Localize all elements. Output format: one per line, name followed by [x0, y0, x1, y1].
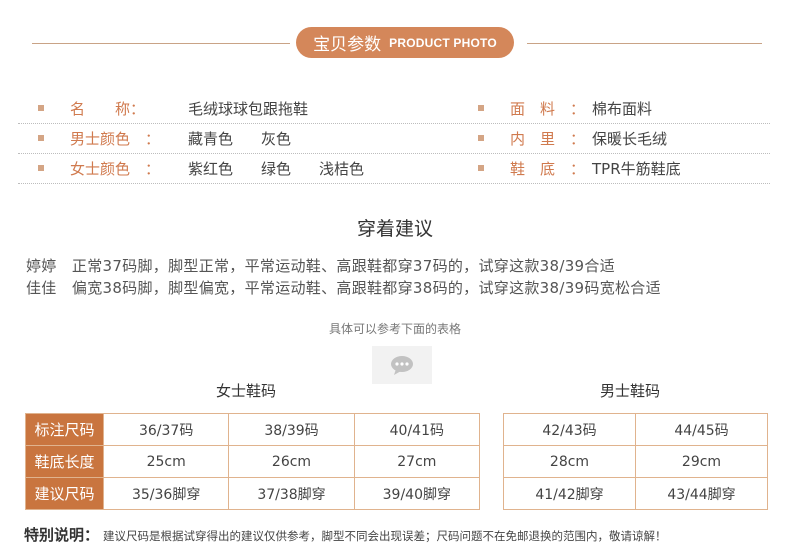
table-cell: 37/38脚穿 — [228, 477, 355, 510]
table-cell: 43/44脚穿 — [635, 477, 768, 510]
param-label: 名 称： — [70, 99, 146, 118]
row-header: 建议尺码 — [25, 477, 104, 510]
table-cell: 40/41码 — [353, 413, 481, 446]
section-header-pill: 宝贝参数 PRODUCT PHOTO — [296, 27, 514, 58]
table-row: 建议尺码 35/36脚穿 37/38脚穿 39/40脚穿 — [25, 477, 481, 510]
advice-line: 佳佳 偏宽38码脚，脚型偏宽，平常运动鞋、高跟鞋都穿38码的，试穿这款38/39… — [26, 279, 661, 297]
section-subtitle: PRODUCT PHOTO — [389, 35, 497, 50]
table-cell: 25cm — [102, 445, 230, 478]
param-label: 内 里 ： — [510, 129, 586, 148]
table-cell: 29cm — [635, 445, 768, 478]
square-bullet-icon — [38, 105, 44, 111]
row-divider — [18, 183, 770, 184]
param-men-colors: 男士颜色 ： 藏青色 灰色 — [38, 128, 319, 148]
param-sole: 鞋 底 ： TPR牛筋鞋底 — [478, 158, 709, 178]
table-cell: 35/36脚穿 — [102, 477, 230, 510]
square-bullet-icon — [38, 135, 44, 141]
table-cell: 38/39码 — [228, 413, 355, 446]
header-divider-left — [32, 43, 290, 44]
row-header: 鞋底长度 — [25, 445, 104, 478]
param-value: 棉布面料 — [592, 99, 653, 118]
square-bullet-icon — [478, 105, 484, 111]
men-table-title: 男士鞋码 — [600, 382, 661, 400]
chat-bubble-icon — [372, 346, 432, 384]
table-cell: 28cm — [503, 445, 636, 478]
women-size-table: 标注尺码 36/37码 38/39码 40/41码 鞋底长度 25cm 26cm… — [25, 413, 481, 510]
table-cell: 26cm — [228, 445, 355, 478]
param-value: 紫红色 绿色 浅桔色 — [188, 159, 365, 178]
param-value: 毛绒球球包跟拖鞋 — [188, 99, 309, 118]
table-cell: 44/45码 — [635, 413, 768, 446]
table-row: 28cm 29cm — [503, 445, 768, 478]
men-size-table: 42/43码 44/45码 28cm 29cm 41/42脚穿 43/44脚穿 — [503, 413, 768, 510]
row-divider — [18, 153, 770, 154]
table-row: 42/43码 44/45码 — [503, 413, 768, 446]
section-title: 宝贝参数 — [313, 35, 382, 55]
row-header: 标注尺码 — [25, 413, 104, 446]
param-material: 面 料 ： 棉布面料 — [478, 98, 680, 118]
param-lining: 内 里 ： 保暖长毛绒 — [478, 128, 695, 148]
param-label: 男士颜色 ： — [70, 129, 161, 148]
param-label: 面 料 ： — [510, 99, 586, 118]
param-value: TPR牛筋鞋底 — [592, 159, 681, 178]
param-label: 鞋 底 ： — [510, 159, 586, 178]
header-divider-right — [527, 43, 762, 44]
table-row: 标注尺码 36/37码 38/39码 40/41码 — [25, 413, 481, 446]
special-note: 特别说明： 建议尺码是根据试穿得出的建议仅供参考，脚型不同会出现误差；尺码问题不… — [24, 524, 667, 545]
table-cell: 39/40脚穿 — [353, 477, 481, 510]
table-cell: 36/37码 — [102, 413, 230, 446]
women-table-title: 女士鞋码 — [216, 382, 277, 400]
row-divider — [18, 123, 770, 124]
param-label: 女士颜色 ： — [70, 159, 161, 178]
note-title: 特别说明： — [24, 526, 100, 544]
square-bullet-icon — [478, 165, 484, 171]
table-row: 鞋底长度 25cm 26cm 27cm — [25, 445, 481, 478]
table-cell: 41/42脚穿 — [503, 477, 636, 510]
square-bullet-icon — [38, 165, 44, 171]
refer-caption: 具体可以参考下面的表格 — [328, 322, 461, 336]
advice-title: 穿着建议 — [356, 218, 433, 240]
advice-line: 婷婷 正常37码脚，脚型正常，平常运动鞋、高跟鞋都穿37码的，试穿这款38/39… — [26, 257, 616, 275]
table-cell: 42/43码 — [503, 413, 636, 446]
square-bullet-icon — [478, 135, 484, 141]
param-women-colors: 女士颜色 ： 紫红色 绿色 浅桔色 — [38, 158, 392, 178]
note-body: 建议尺码是根据试穿得出的建议仅供参考，脚型不同会出现误差；尺码问题不在免邮退换的… — [103, 529, 667, 543]
param-name: 名 称： 毛绒球球包跟拖鞋 — [38, 98, 336, 118]
table-cell: 27cm — [353, 445, 481, 478]
table-row: 41/42脚穿 43/44脚穿 — [503, 477, 768, 510]
param-value: 藏青色 灰色 — [188, 129, 292, 148]
param-value: 保暖长毛绒 — [592, 129, 668, 148]
